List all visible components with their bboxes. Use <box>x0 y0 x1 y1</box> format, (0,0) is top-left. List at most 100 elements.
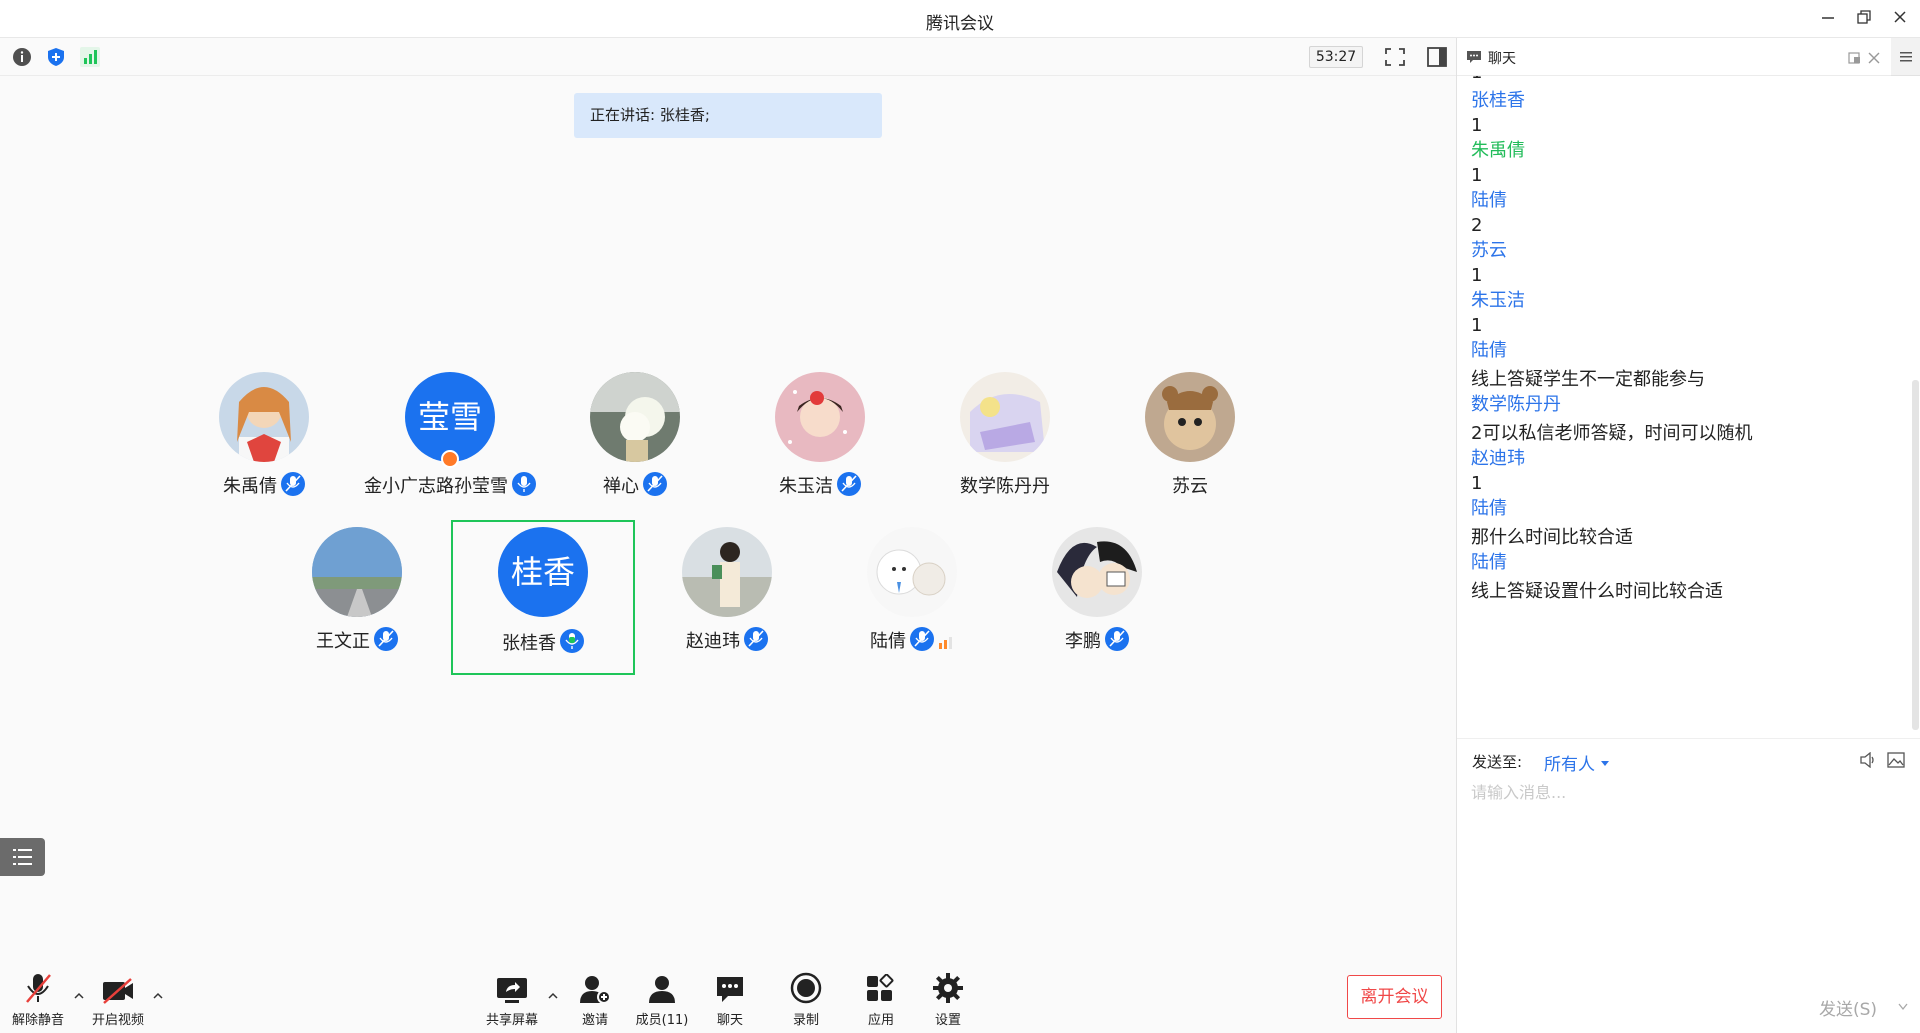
chat-scrollbar[interactable] <box>1912 380 1919 730</box>
avatar <box>1052 527 1142 617</box>
chat-sender: 数学陈丹丹 <box>1471 394 1561 415</box>
send-options-chevron-down-icon[interactable] <box>1898 1003 1908 1011</box>
participant-list-toggle[interactable] <box>0 838 45 876</box>
chat-message-text: 1 <box>1471 473 1483 494</box>
invite-button[interactable]: 邀请 <box>560 970 630 1028</box>
participant-name: 李鹏 <box>1065 631 1101 652</box>
minimize-icon <box>1822 17 1834 19</box>
list-icon <box>13 849 32 865</box>
host-badge-icon <box>441 450 459 468</box>
gear-icon <box>933 973 963 1003</box>
avatar <box>590 372 680 462</box>
participant-name: 数学陈丹丹 <box>960 476 1050 497</box>
chat-sender: 朱玉洁 <box>1471 290 1525 311</box>
chat-button[interactable]: 聊天 <box>695 970 765 1028</box>
avatar <box>682 527 772 617</box>
chat-message-text: 线上答疑设置什么时间比较合适 <box>1471 581 1723 602</box>
members-button[interactable]: 成员(11) <box>627 970 697 1028</box>
send-button[interactable]: 发送(S) <box>1819 995 1877 1020</box>
close-button[interactable] <box>1886 6 1914 32</box>
bottom-toolbar: 解除静音 开启视频 共享屏幕 邀请 成员(11) 聊天 录制 应用 设置 离开会… <box>0 960 1456 1033</box>
apps-button[interactable]: 应用 <box>846 970 916 1028</box>
share-options-chevron-up-icon[interactable] <box>546 988 560 1002</box>
chat-sender: 苏云 <box>1471 240 1507 261</box>
image-icon[interactable] <box>1887 752 1905 768</box>
avatar <box>960 372 1050 462</box>
mic-muted-icon <box>1105 627 1129 651</box>
share-screen-icon <box>497 978 527 1003</box>
layout-icon[interactable] <box>1425 46 1449 68</box>
minimize-button[interactable] <box>1814 6 1842 32</box>
mic-muted-icon <box>643 472 667 496</box>
participant-tile[interactable]: 苏云 <box>1100 372 1280 522</box>
participant-tile[interactable]: 朱禹倩 <box>174 372 354 522</box>
meeting-timer: 53:27 <box>1309 46 1363 68</box>
settings-button[interactable]: 设置 <box>913 970 983 1028</box>
chat-message-text: 1 <box>1471 165 1483 186</box>
video-off-icon <box>103 978 133 1004</box>
invite-icon <box>580 976 611 1004</box>
chat-message-text: 那什么时间比较合适 <box>1471 527 1633 548</box>
participant-tile[interactable]: 陆倩 <box>822 527 1002 677</box>
info-icon[interactable] <box>12 47 32 67</box>
menu-icon <box>1900 52 1912 62</box>
chat-sender: 陆倩 <box>1471 340 1507 361</box>
close-chat-icon[interactable] <box>1867 50 1881 64</box>
participant-name: 赵迪玮 <box>686 631 740 652</box>
send-to-select[interactable]: 所有人 <box>1544 750 1610 775</box>
popout-icon[interactable] <box>1848 50 1862 64</box>
speaker-icon[interactable] <box>1859 751 1877 769</box>
chat-icon <box>717 977 743 1002</box>
chat-message-text: 1 <box>1471 265 1483 286</box>
chat-sender: 陆倩 <box>1471 190 1507 211</box>
mic-muted-icon <box>26 974 51 1003</box>
record-icon <box>790 972 822 1004</box>
caret-down-icon <box>1601 761 1610 766</box>
chat-header: 聊天 <box>1457 38 1891 76</box>
participant-tile[interactable]: 赵迪玮 <box>637 527 817 677</box>
video-options-chevron-up-icon[interactable] <box>151 988 165 1002</box>
title-bar: 腾讯会议 <box>0 0 1920 38</box>
window-title: 腾讯会议 <box>926 14 994 34</box>
mic-muted-icon <box>837 472 861 496</box>
message-input[interactable]: 请输入消息... <box>1471 779 1566 803</box>
shield-icon[interactable] <box>46 47 66 67</box>
participant-tile-active-speaker[interactable]: 桂香 张桂香 <box>451 520 635 675</box>
participant-tile[interactable]: 朱玉洁 <box>730 372 910 522</box>
restore-button[interactable] <box>1850 6 1878 32</box>
avatar: 桂香 <box>498 527 588 617</box>
avatar <box>312 527 402 617</box>
weak-signal-icon <box>938 633 954 649</box>
mic-muted-icon <box>910 627 934 651</box>
chat-sender: 张桂香 <box>1471 90 1525 111</box>
mic-muted-icon <box>281 472 305 496</box>
participant-tile[interactable]: 李鹏 <box>1007 527 1187 677</box>
participant-name: 金小广志路孙莹雪 <box>364 476 508 497</box>
avatar <box>219 372 309 462</box>
fullscreen-icon[interactable] <box>1383 46 1407 68</box>
avatar: 莹雪 <box>405 372 495 462</box>
share-screen-button[interactable]: 共享屏幕 <box>477 970 547 1028</box>
mic-muted-icon <box>374 627 398 651</box>
avatar <box>775 372 865 462</box>
leave-meeting-button[interactable]: 离开会议 <box>1347 975 1442 1019</box>
signal-bars-icon[interactable] <box>80 47 100 67</box>
participant-tile[interactable]: 数学陈丹丹 <box>915 372 1095 522</box>
unmute-button[interactable]: 解除静音 <box>3 970 73 1028</box>
apps-icon <box>867 974 894 1001</box>
chat-icon <box>1467 51 1481 63</box>
participant-name: 苏云 <box>1172 476 1208 497</box>
start-video-button[interactable]: 开启视频 <box>83 970 153 1028</box>
chat-menu-button[interactable] <box>1891 38 1920 76</box>
chat-sender: 赵迪玮 <box>1471 448 1525 469</box>
participant-tile[interactable]: 莹雪 金小广志路孙莹雪 <box>360 372 540 522</box>
chat-sender: 陆倩 <box>1471 552 1507 573</box>
close-icon <box>1894 11 1906 23</box>
participant-name: 禅心 <box>603 476 639 497</box>
participant-tile[interactable]: 王文正 <box>267 527 447 677</box>
participant-name: 朱玉洁 <box>779 476 833 497</box>
record-button[interactable]: 录制 <box>771 970 841 1028</box>
chat-panel: 聊天 1 张桂香 1 朱禹倩 1 陆倩 2 苏云 1 朱玉洁 1 陆倩 线上答疑… <box>1456 38 1920 1033</box>
chat-messages: 1 张桂香 1 朱禹倩 1 陆倩 2 苏云 1 朱玉洁 1 陆倩 线上答疑学生不… <box>1457 76 1913 776</box>
participant-tile[interactable]: 禅心 <box>545 372 725 522</box>
